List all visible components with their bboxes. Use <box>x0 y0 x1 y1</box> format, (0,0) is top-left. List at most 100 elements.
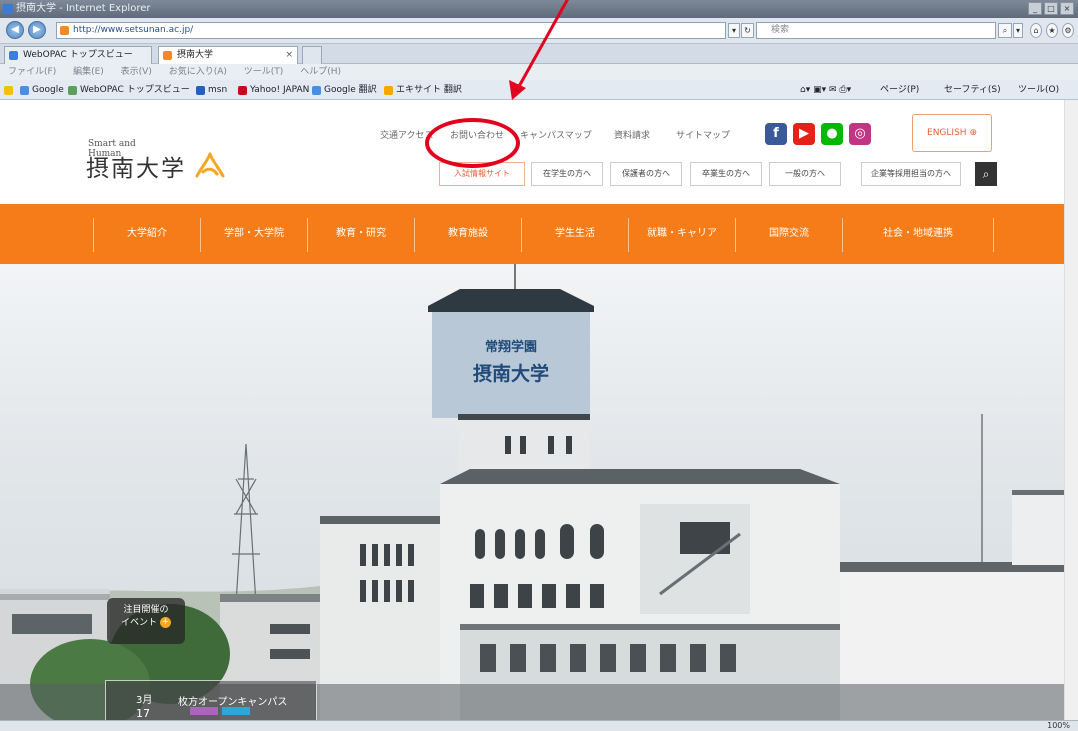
nav-career[interactable]: 就職・キャリア <box>629 204 735 264</box>
english-label: ENGLISH <box>927 128 967 138</box>
fav-google-translate[interactable]: Google 翻訳 <box>312 80 377 100</box>
home-icon[interactable]: ⌂ <box>1030 23 1042 38</box>
youtube-icon[interactable]: ▶ <box>793 123 815 145</box>
search-options-button[interactable]: ▾ <box>1013 23 1023 38</box>
ie-icon <box>3 4 13 14</box>
home-command-icon[interactable]: ⌂▾ ▣▾ ✉ ⎙▾ <box>800 80 851 100</box>
cmd-safety[interactable]: セーフティ(S) <box>944 80 1001 100</box>
util-link-sitemap[interactable]: サイトマップ <box>676 128 730 141</box>
menu-view[interactable]: 表示(V) <box>121 67 152 77</box>
facebook-icon[interactable]: f <box>765 123 787 145</box>
instagram-icon[interactable]: ◎ <box>849 123 871 145</box>
site-favicon <box>60 26 69 35</box>
event-tag <box>190 707 218 715</box>
audience-students[interactable]: 在学生の方へ <box>531 162 603 186</box>
fav-label: Google <box>32 85 64 95</box>
refresh-button[interactable]: ↻ <box>741 23 754 38</box>
close-tab-icon[interactable]: × <box>285 47 293 63</box>
favorites-bar: Google WebOPAC トップスビュー msn Yahoo! JAPAN … <box>0 80 1078 100</box>
tab-favicon <box>9 51 18 60</box>
building-sign-line2: 摂南大学 <box>473 362 549 385</box>
audience-companies[interactable]: 企業等採用担当の方へ <box>861 162 961 186</box>
event-title: 枚方オープンキャンパス <box>178 697 288 708</box>
fav-label: エキサイト 翻訳 <box>396 85 462 95</box>
browser-window: 摂南大学 - Internet Explorer _ □ × ◀ ▶ http:… <box>0 0 1078 731</box>
zoom-level[interactable]: 100% <box>1047 721 1070 731</box>
address-input[interactable]: http://www.setsunan.ac.jp/ <box>56 22 726 39</box>
featured-events-button[interactable]: 注目開催の イベント + <box>107 598 185 644</box>
nav-faculties[interactable]: 学部・大学院 <box>201 204 307 264</box>
hero-image: 常翔学園 摂南大学 <box>0 264 1064 720</box>
menu-help[interactable]: ヘルプ(H) <box>300 67 341 77</box>
fav-google[interactable]: Google <box>20 80 64 100</box>
site-search-button[interactable]: ⌕ <box>975 162 997 186</box>
maximize-button[interactable]: □ <box>1044 2 1058 15</box>
web-page: Smart and Human 摂南大学 交通アクセス お問い合わせ キャンパス… <box>0 100 1078 720</box>
menu-bar: ファイル(F) 編集(E) 表示(V) お気に入り(A) ツール(T) ヘルプ(… <box>0 64 1078 80</box>
menu-favorites[interactable]: お気に入り(A) <box>169 67 227 77</box>
favorites-star-icon[interactable]: ★ <box>1046 23 1058 38</box>
close-window-button[interactable]: × <box>1060 2 1074 15</box>
forward-button[interactable]: ▶ <box>28 21 46 39</box>
minimize-button[interactable]: _ <box>1028 2 1042 15</box>
address-text: http://www.setsunan.ac.jp/ <box>73 25 194 35</box>
menu-edit[interactable]: 編集(E) <box>73 67 104 77</box>
event-card[interactable]: 3月 17 枚方オープンキャンパス <box>105 680 317 720</box>
cmd-tools[interactable]: ツール(O) <box>1018 80 1059 100</box>
search-go-button[interactable]: ⌕ <box>998 23 1012 38</box>
audience-parents[interactable]: 保護者の方へ <box>610 162 682 186</box>
tab-favicon <box>163 51 172 60</box>
page-scrollbar[interactable] <box>1064 100 1078 720</box>
nav-campus-life[interactable]: 学生生活 <box>522 204 628 264</box>
fav-label: Yahoo! JAPAN <box>250 85 310 95</box>
line-icon[interactable]: ● <box>821 123 843 145</box>
new-tab-button[interactable] <box>302 46 322 64</box>
plus-icon: + <box>159 617 171 628</box>
logo-mark-icon <box>195 152 225 178</box>
event-tag <box>222 707 250 715</box>
status-bar: 100% <box>0 720 1078 731</box>
annotation-highlight-circle <box>425 118 520 168</box>
tab-strip: WebOPAC トップスビュー 摂南大学 × <box>0 44 1078 64</box>
browser-search-input[interactable]: 検索 <box>756 22 996 39</box>
settings-gear-icon[interactable]: ⚙ <box>1062 23 1074 38</box>
english-button[interactable]: ENGLISH ⊕ <box>912 114 992 152</box>
address-bar-row: ◀ ▶ http://www.setsunan.ac.jp/ ▾ ↻ 検索 ⌕ … <box>0 18 1078 44</box>
nav-facilities[interactable]: 教育施設 <box>415 204 521 264</box>
util-link-brochure[interactable]: 資料請求 <box>614 128 650 141</box>
tab-label: WebOPAC トップスビュー <box>23 50 133 60</box>
window-titlebar: 摂南大学 - Internet Explorer _ □ × <box>0 0 1078 18</box>
event-bubble-line1: 注目開催の <box>123 605 169 615</box>
fav-excite-translate[interactable]: エキサイト 翻訳 <box>384 80 462 100</box>
nav-divider <box>993 218 994 252</box>
nav-research[interactable]: 教育・研究 <box>308 204 414 264</box>
event-month: 3月 <box>136 695 153 706</box>
event-bubble-line2: イベント <box>121 618 158 628</box>
fav-webopac[interactable]: WebOPAC トップスビュー <box>68 80 190 100</box>
fav-label: Google 翻訳 <box>324 85 377 95</box>
address-dropdown-button[interactable]: ▾ <box>728 23 740 38</box>
tab-webopac[interactable]: WebOPAC トップスビュー <box>4 46 152 64</box>
menu-tools[interactable]: ツール(T) <box>244 67 284 77</box>
fav-label: WebOPAC トップスビュー <box>80 85 190 95</box>
event-day: 17 <box>136 707 150 720</box>
fav-msn[interactable]: msn <box>196 80 227 100</box>
menu-file[interactable]: ファイル(F) <box>8 67 56 77</box>
nav-about[interactable]: 大学紹介 <box>94 204 200 264</box>
building-sign-line1: 常翔学園 <box>485 339 537 355</box>
nav-community[interactable]: 社会・地域連携 <box>843 204 993 264</box>
tab-setsunan[interactable]: 摂南大学 × <box>158 46 298 64</box>
nav-international[interactable]: 国際交流 <box>736 204 842 264</box>
audience-alumni[interactable]: 卒業生の方へ <box>690 162 762 186</box>
audience-general[interactable]: 一般の方へ <box>769 162 841 186</box>
logo-text: 摂南大学 <box>86 156 186 182</box>
campus-building-illustration: 常翔学園 摂南大学 <box>0 264 1064 720</box>
site-logo[interactable]: 摂南大学 <box>86 149 225 183</box>
cmd-page[interactable]: ページ(P) <box>880 80 919 100</box>
global-nav: 大学紹介 学部・大学院 教育・研究 教育施設 学生生活 就職・キャリア 国際交流… <box>0 204 1078 264</box>
util-link-campus-map[interactable]: キャンパスマップ <box>520 128 592 141</box>
search-placeholder: 検索 <box>771 25 790 35</box>
fav-yahoo[interactable]: Yahoo! JAPAN <box>238 80 309 100</box>
back-button[interactable]: ◀ <box>6 21 24 39</box>
tab-label: 摂南大学 <box>177 50 214 60</box>
